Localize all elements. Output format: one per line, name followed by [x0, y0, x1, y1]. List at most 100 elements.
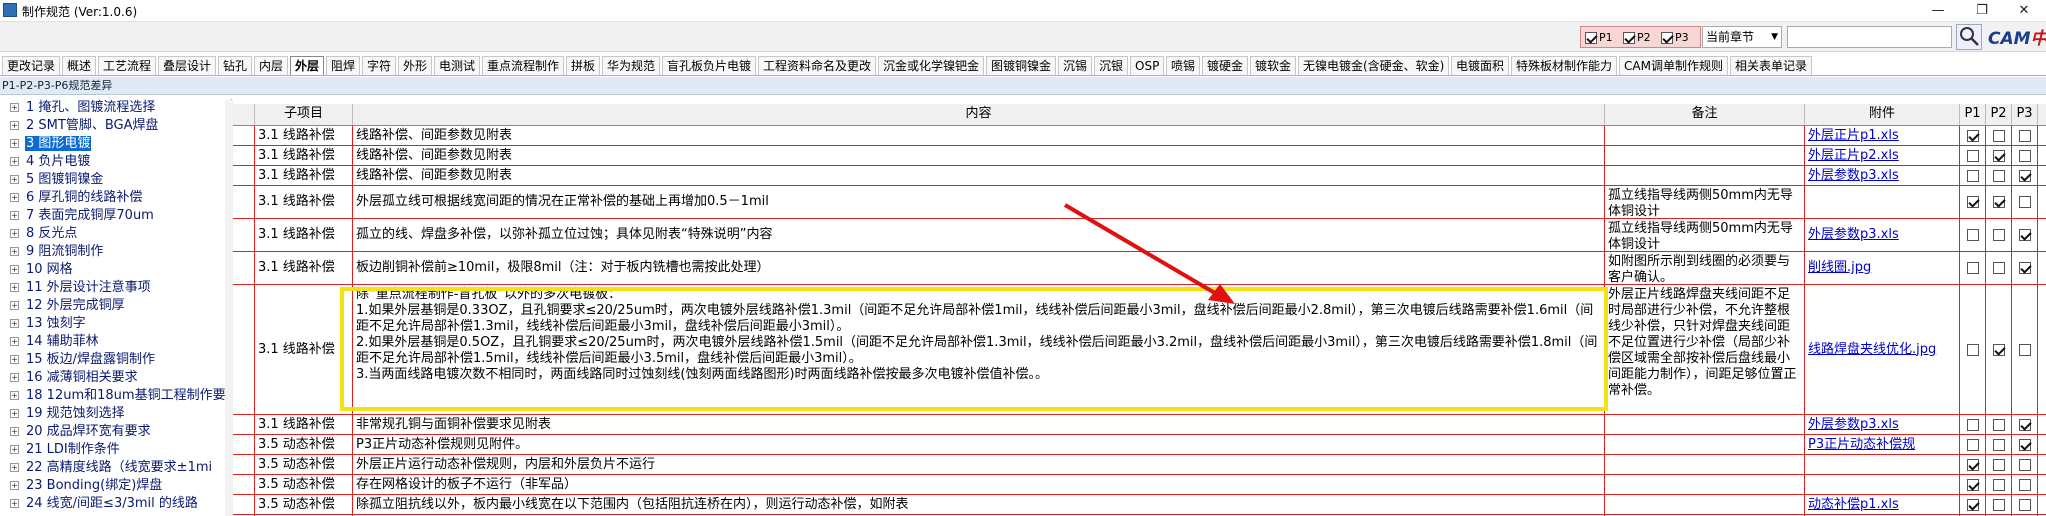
row-indicator[interactable]: [233, 146, 255, 165]
table-row[interactable]: 3.1 线路补偿 非常规孔铜与面铜补偿要求见附表 外层参数p3.xls: [233, 415, 2046, 435]
expand-icon[interactable]: +: [10, 391, 19, 400]
p3-checkbox[interactable]: [2018, 169, 2031, 182]
row-indicator[interactable]: [233, 435, 255, 454]
tree-node[interactable]: +12 外层完成铜厚: [0, 297, 231, 315]
expand-icon[interactable]: +: [10, 211, 19, 220]
table-row[interactable]: 3.1 线路补偿 除“重点流程制作-盲孔板”以外的多次电镀板： 1.如果外层基铜是…: [233, 285, 2046, 415]
expand-icon[interactable]: +: [10, 247, 19, 256]
tree-node[interactable]: +16 减薄铜相关要求: [0, 369, 231, 387]
expand-icon[interactable]: +: [10, 193, 19, 202]
tab-28[interactable]: 相关表单记录: [1730, 56, 1813, 75]
tab-22[interactable]: 镀硬金: [1202, 56, 1249, 75]
expand-icon[interactable]: +: [10, 499, 19, 508]
p2-checkbox[interactable]: [1992, 149, 2005, 162]
expand-icon[interactable]: +: [10, 319, 19, 328]
tree-node[interactable]: +3 图形电镀: [0, 135, 231, 153]
expand-icon[interactable]: +: [10, 463, 19, 472]
chapter-select[interactable]: 当前章节 ▼: [1702, 26, 1782, 48]
p1-checkbox[interactable]: [1966, 498, 1979, 511]
row-indicator[interactable]: [233, 219, 255, 251]
tab-21[interactable]: 喷锡: [1166, 56, 1201, 75]
expand-icon[interactable]: +: [10, 445, 19, 454]
tree-node[interactable]: +6 厚孔铜的线路补偿: [0, 189, 231, 207]
tab-19[interactable]: 沉银: [1094, 56, 1129, 75]
minimize-button[interactable]: —: [1918, 0, 1958, 22]
p3-checkbox[interactable]: [2018, 196, 2031, 208]
table-row[interactable]: 3.1 线路补偿 线路补偿、间距参数见附表 外层正片p1.xls: [233, 126, 2046, 146]
tree-node[interactable]: +20 成品焊环宽有要求: [0, 423, 231, 441]
tab-25[interactable]: 电镀面积: [1451, 56, 1510, 75]
subtab-p-diff[interactable]: P1-P2-P3-P6规范差异: [2, 78, 112, 94]
cell-attachment[interactable]: 线路焊盘夹线优化.jpg: [1805, 285, 1960, 414]
tree-node[interactable]: +11 外层设计注意事项: [0, 279, 231, 297]
tab-24[interactable]: 无镍电镀金(含硬金、软金): [1298, 56, 1450, 75]
tree-node[interactable]: +21 LDI制作条件: [0, 441, 231, 459]
expand-icon[interactable]: +: [10, 265, 19, 274]
tree-node[interactable]: +8 反光点: [0, 225, 231, 243]
tab-2[interactable]: 工艺流程: [98, 56, 157, 75]
expand-icon[interactable]: +: [10, 229, 19, 238]
p1-checkbox[interactable]: [1966, 196, 1979, 208]
tab-17[interactable]: 图镀铜镍金: [986, 56, 1057, 75]
row-indicator[interactable]: [233, 166, 255, 185]
expand-icon[interactable]: +: [10, 355, 19, 364]
tab-3[interactable]: 叠层设计: [158, 56, 217, 75]
table-row[interactable]: 3.5 动态补偿 除孤立阻抗线以外，板内最小线宽在以下范围内（包括阻抗连桥在内），…: [233, 495, 2046, 515]
p2-checkbox[interactable]: [1992, 458, 2005, 471]
p2-checkbox[interactable]: [1992, 196, 2005, 208]
p1-checkbox[interactable]: [1966, 149, 1979, 162]
tree-node[interactable]: +1 掩孔、图镀流程选择: [0, 99, 231, 117]
p3-checkbox[interactable]: [2018, 229, 2031, 241]
table-row[interactable]: 3.1 线路补偿 外层孤立线可根据线宽间距的情况在正常补偿的基础上再增加0.5－1…: [233, 186, 2046, 219]
column-header-note[interactable]: 备注: [1605, 104, 1805, 125]
p1-checkbox[interactable]: [1585, 32, 1597, 44]
p3-checkbox[interactable]: [2018, 418, 2031, 431]
tree-node[interactable]: +10 网格: [0, 261, 231, 279]
cell-attachment[interactable]: 外层正片p2.xls: [1805, 146, 1960, 165]
cell-attachment[interactable]: 外层参数p3.xls: [1805, 415, 1960, 434]
table-row[interactable]: 3.1 线路补偿 线路补偿、间距参数见附表 外层正片p2.xls: [233, 146, 2046, 166]
table-row[interactable]: 3.1 线路补偿 板边削铜补偿前≥10mil，极限8mil（注：对于板内铣槽也需按…: [233, 252, 2046, 285]
p1-checkbox[interactable]: [1966, 438, 1979, 451]
tab-4[interactable]: 钻孔: [218, 56, 253, 75]
p2-checkbox[interactable]: [1623, 32, 1635, 44]
tree-node[interactable]: +4 负片电镀: [0, 153, 231, 171]
tree-scrollbar[interactable]: [225, 100, 233, 516]
cell-attachment[interactable]: 动态补偿p1.xls: [1805, 495, 1960, 514]
p3-checkbox[interactable]: [2018, 498, 2031, 511]
tab-27[interactable]: CAM调单制作规则: [1619, 56, 1728, 75]
tree-node[interactable]: +24 线宽/间距≤3/3mil 的线路: [0, 495, 231, 513]
p2-checkbox[interactable]: [1992, 129, 2005, 142]
expand-icon[interactable]: +: [10, 121, 19, 130]
cell-attachment[interactable]: 削线圈.jpg: [1805, 252, 1960, 284]
expand-icon[interactable]: +: [10, 103, 19, 112]
column-header-attach[interactable]: 附件: [1805, 104, 1960, 125]
p1-filter[interactable]: P1: [1585, 31, 1613, 44]
p1-checkbox[interactable]: [1966, 343, 1979, 356]
p1-checkbox[interactable]: [1966, 229, 1979, 241]
row-indicator[interactable]: [233, 126, 255, 145]
p3-checkbox[interactable]: [2018, 262, 2031, 274]
p2-checkbox[interactable]: [1992, 418, 2005, 431]
search-input[interactable]: [1787, 26, 1952, 48]
tab-11[interactable]: 重点流程制作: [482, 56, 565, 75]
table-row[interactable]: 3.5 动态补偿 P3正片动态补偿规则见附件。 P3正片动态补偿规: [233, 435, 2046, 455]
p2-checkbox[interactable]: [1992, 478, 2005, 491]
p3-checkbox[interactable]: [2018, 149, 2031, 162]
cell-attachment[interactable]: [1805, 186, 1960, 218]
column-header-content[interactable]: 内容: [353, 104, 1605, 125]
table-row[interactable]: 3.1 线路补偿 线路补偿、间距参数见附表 外层参数p3.xls: [233, 166, 2046, 186]
p3-checkbox[interactable]: [2018, 478, 2031, 491]
tree-node[interactable]: +18 12um和18um基铜工程制作要: [0, 387, 231, 405]
p2-checkbox[interactable]: [1992, 438, 2005, 451]
tree-node[interactable]: +7 表面完成铜厚70um: [0, 207, 231, 225]
p1-checkbox[interactable]: [1966, 129, 1979, 142]
p3-checkbox[interactable]: [2018, 438, 2031, 451]
tab-15[interactable]: 工程资料命名及更改: [758, 56, 877, 75]
tab-20[interactable]: OSP: [1130, 56, 1165, 75]
tab-14[interactable]: 盲孔板负片电镀: [662, 56, 757, 75]
tab-26[interactable]: 特殊板材制作能力: [1511, 56, 1618, 75]
cell-attachment[interactable]: 外层参数p3.xls: [1805, 166, 1960, 185]
p2-checkbox[interactable]: [1992, 498, 2005, 511]
tab-8[interactable]: 字符: [362, 56, 397, 75]
